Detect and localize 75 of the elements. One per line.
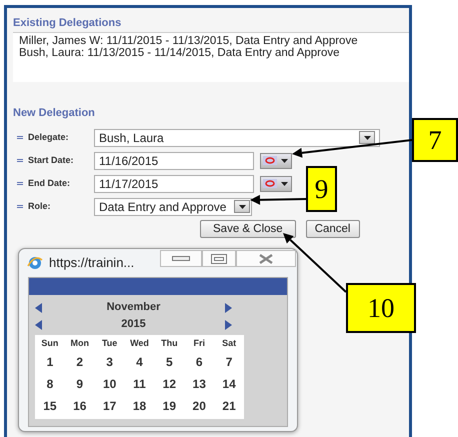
day-cell[interactable]: 16 xyxy=(64,394,95,416)
weekday-label: Fri xyxy=(192,337,206,350)
delegate-select[interactable]: Bush, Laura xyxy=(94,128,380,146)
day-cell[interactable]: 21 xyxy=(214,394,244,416)
day-cell[interactable]: 20 xyxy=(184,394,214,416)
restore-icon xyxy=(211,254,227,264)
day-cell[interactable]: 18 xyxy=(124,394,154,416)
day-cell[interactable]: 9 xyxy=(64,372,95,394)
date-field[interactable]: 11/17/2015 xyxy=(94,174,254,192)
day-cell[interactable]: 14 xyxy=(214,372,244,394)
day-cell[interactable]: 11 xyxy=(124,372,154,394)
arrow xyxy=(250,194,306,205)
required-icon xyxy=(17,205,23,208)
callout-label: 9 xyxy=(306,166,337,212)
role-select[interactable]: Data Entry and Approve xyxy=(94,198,252,216)
close-icon xyxy=(259,254,273,264)
minimize-button[interactable] xyxy=(160,250,202,267)
month-label: November xyxy=(106,300,162,316)
weekday-label: Tue xyxy=(100,337,118,350)
day-cell[interactable]: 3 xyxy=(94,350,125,372)
field-label: Start Date: xyxy=(28,154,74,167)
restore-button[interactable] xyxy=(202,250,236,267)
weekday-label: Mon xyxy=(70,337,90,350)
day-cell[interactable]: 7 xyxy=(214,350,244,372)
callout-label: 10 xyxy=(346,283,416,333)
section-title: Existing Delegations xyxy=(13,16,122,30)
weekday-label: Wed xyxy=(129,337,150,350)
save-button[interactable]: Save & Close xyxy=(200,220,296,238)
list-entry[interactable]: Bush, Laura: 11/13/2015 - 11/14/2015, Data Entry and Approve xyxy=(19,47,403,59)
dropdown-button[interactable] xyxy=(234,200,250,213)
day-cell[interactable]: 2 xyxy=(64,350,95,372)
field-label: Role: xyxy=(28,200,50,213)
field-label: End Date: xyxy=(28,176,70,190)
day-cell[interactable]: 15 xyxy=(35,394,65,416)
day-cell[interactable]: 13 xyxy=(184,372,214,394)
required-icon xyxy=(17,159,23,162)
calendar-icon xyxy=(263,179,278,188)
previous-month-button[interactable] xyxy=(35,302,42,312)
list-entry[interactable]: Miller, James W: 11/11/2015 - 11/13/2015, Data Entry and Approve xyxy=(19,35,403,47)
dropdown-button[interactable] xyxy=(359,131,375,144)
day-cell[interactable]: 10 xyxy=(94,372,125,394)
weekday-label: Sat xyxy=(221,337,238,350)
required-icon xyxy=(17,182,23,185)
previous-year-button[interactable] xyxy=(35,320,42,330)
day-cell[interactable]: 4 xyxy=(124,350,154,372)
window-title: https://trainin... xyxy=(49,254,134,272)
caret-icon xyxy=(362,134,372,140)
calendar-icon xyxy=(263,156,278,165)
required-icon xyxy=(17,136,23,139)
day-cell[interactable]: 12 xyxy=(154,372,184,394)
day-cell[interactable]: 19 xyxy=(154,394,184,416)
arrow xyxy=(283,233,347,293)
calendar-button[interactable] xyxy=(260,152,292,168)
next-month-button[interactable] xyxy=(225,302,232,312)
section-title: New Delegation xyxy=(13,106,96,120)
minimize-icon xyxy=(172,256,190,261)
callout-label: 7 xyxy=(412,118,458,162)
calendar-button[interactable] xyxy=(260,176,292,192)
day-cell[interactable]: 1 xyxy=(35,350,65,372)
weekday-label: Thu xyxy=(160,337,179,350)
field-label: Delegate: xyxy=(28,130,69,144)
date-field[interactable]: 11/16/2015 xyxy=(94,152,254,170)
weekday-label: Sun xyxy=(40,337,60,350)
next-year-button[interactable] xyxy=(225,320,232,330)
day-cell[interactable]: 6 xyxy=(184,350,214,372)
day-cell[interactable]: 5 xyxy=(154,350,184,372)
caret-icon xyxy=(238,204,246,210)
day-cell[interactable]: 8 xyxy=(35,372,65,394)
cancel-button[interactable]: Cancel xyxy=(306,220,360,238)
caret-icon xyxy=(280,180,289,186)
caret-icon xyxy=(280,158,289,164)
day-cell[interactable]: 17 xyxy=(94,394,125,416)
browser-icon xyxy=(27,256,43,270)
close-button[interactable] xyxy=(236,250,296,267)
year-label: 2015 xyxy=(120,317,147,332)
